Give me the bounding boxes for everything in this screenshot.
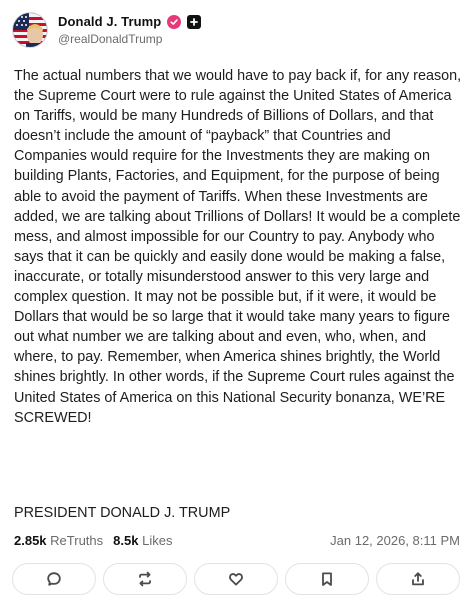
post-stats: 2.85k ReTruths 8.5k Likes Jan 12, 2026, … (14, 533, 460, 548)
avatar[interactable] (12, 12, 48, 48)
name-row: Donald J. Trump (58, 14, 202, 29)
post-timestamp[interactable]: Jan 12, 2026, 8:11 PM (330, 533, 460, 548)
action-bar (12, 563, 460, 595)
retruth-button[interactable] (103, 563, 187, 595)
heart-icon (229, 573, 243, 586)
retruths-count: 2.85k (14, 533, 47, 548)
retruths-stat[interactable]: 2.85k ReTruths (14, 533, 103, 548)
repost-icon (139, 571, 151, 587)
post-header: Donald J. Trump @realDonaldTrump (12, 10, 202, 50)
share-button[interactable] (376, 563, 460, 595)
likes-count: 8.5k (113, 533, 139, 548)
bookmark-button[interactable] (285, 563, 369, 595)
retruths-label: ReTruths (50, 533, 104, 548)
like-button[interactable] (194, 563, 278, 595)
plus-badge-icon (187, 14, 202, 29)
verified-badge-icon (167, 14, 182, 29)
post-signature: PRESIDENT DONALD J. TRUMP (14, 505, 231, 521)
bookmark-icon (322, 572, 332, 586)
post-body: The actual numbers that we would have to… (14, 68, 462, 426)
comment-icon (47, 572, 61, 586)
post-card: Donald J. Trump @realDonaldTrump The act… (0, 0, 472, 604)
author-names: Donald J. Trump @realDonaldTrump (58, 14, 202, 46)
reply-button[interactable] (12, 563, 96, 595)
likes-stat[interactable]: 8.5k Likes (113, 533, 172, 548)
likes-label: Likes (142, 533, 173, 548)
author-handle[interactable]: @realDonaldTrump (58, 32, 201, 46)
author-display-name[interactable]: Donald J. Trump (58, 14, 161, 29)
share-icon (412, 572, 424, 586)
flag-avatar-icon (13, 13, 47, 47)
